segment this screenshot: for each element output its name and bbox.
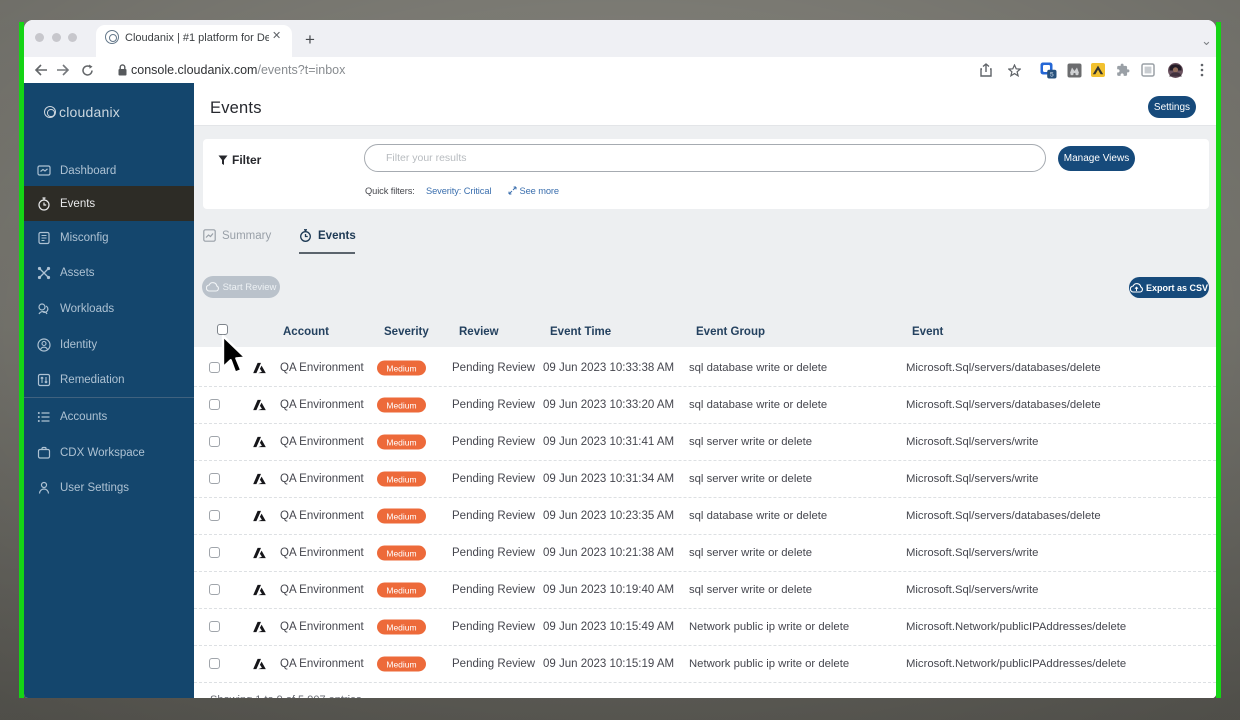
svg-text:5: 5 bbox=[1050, 72, 1054, 79]
